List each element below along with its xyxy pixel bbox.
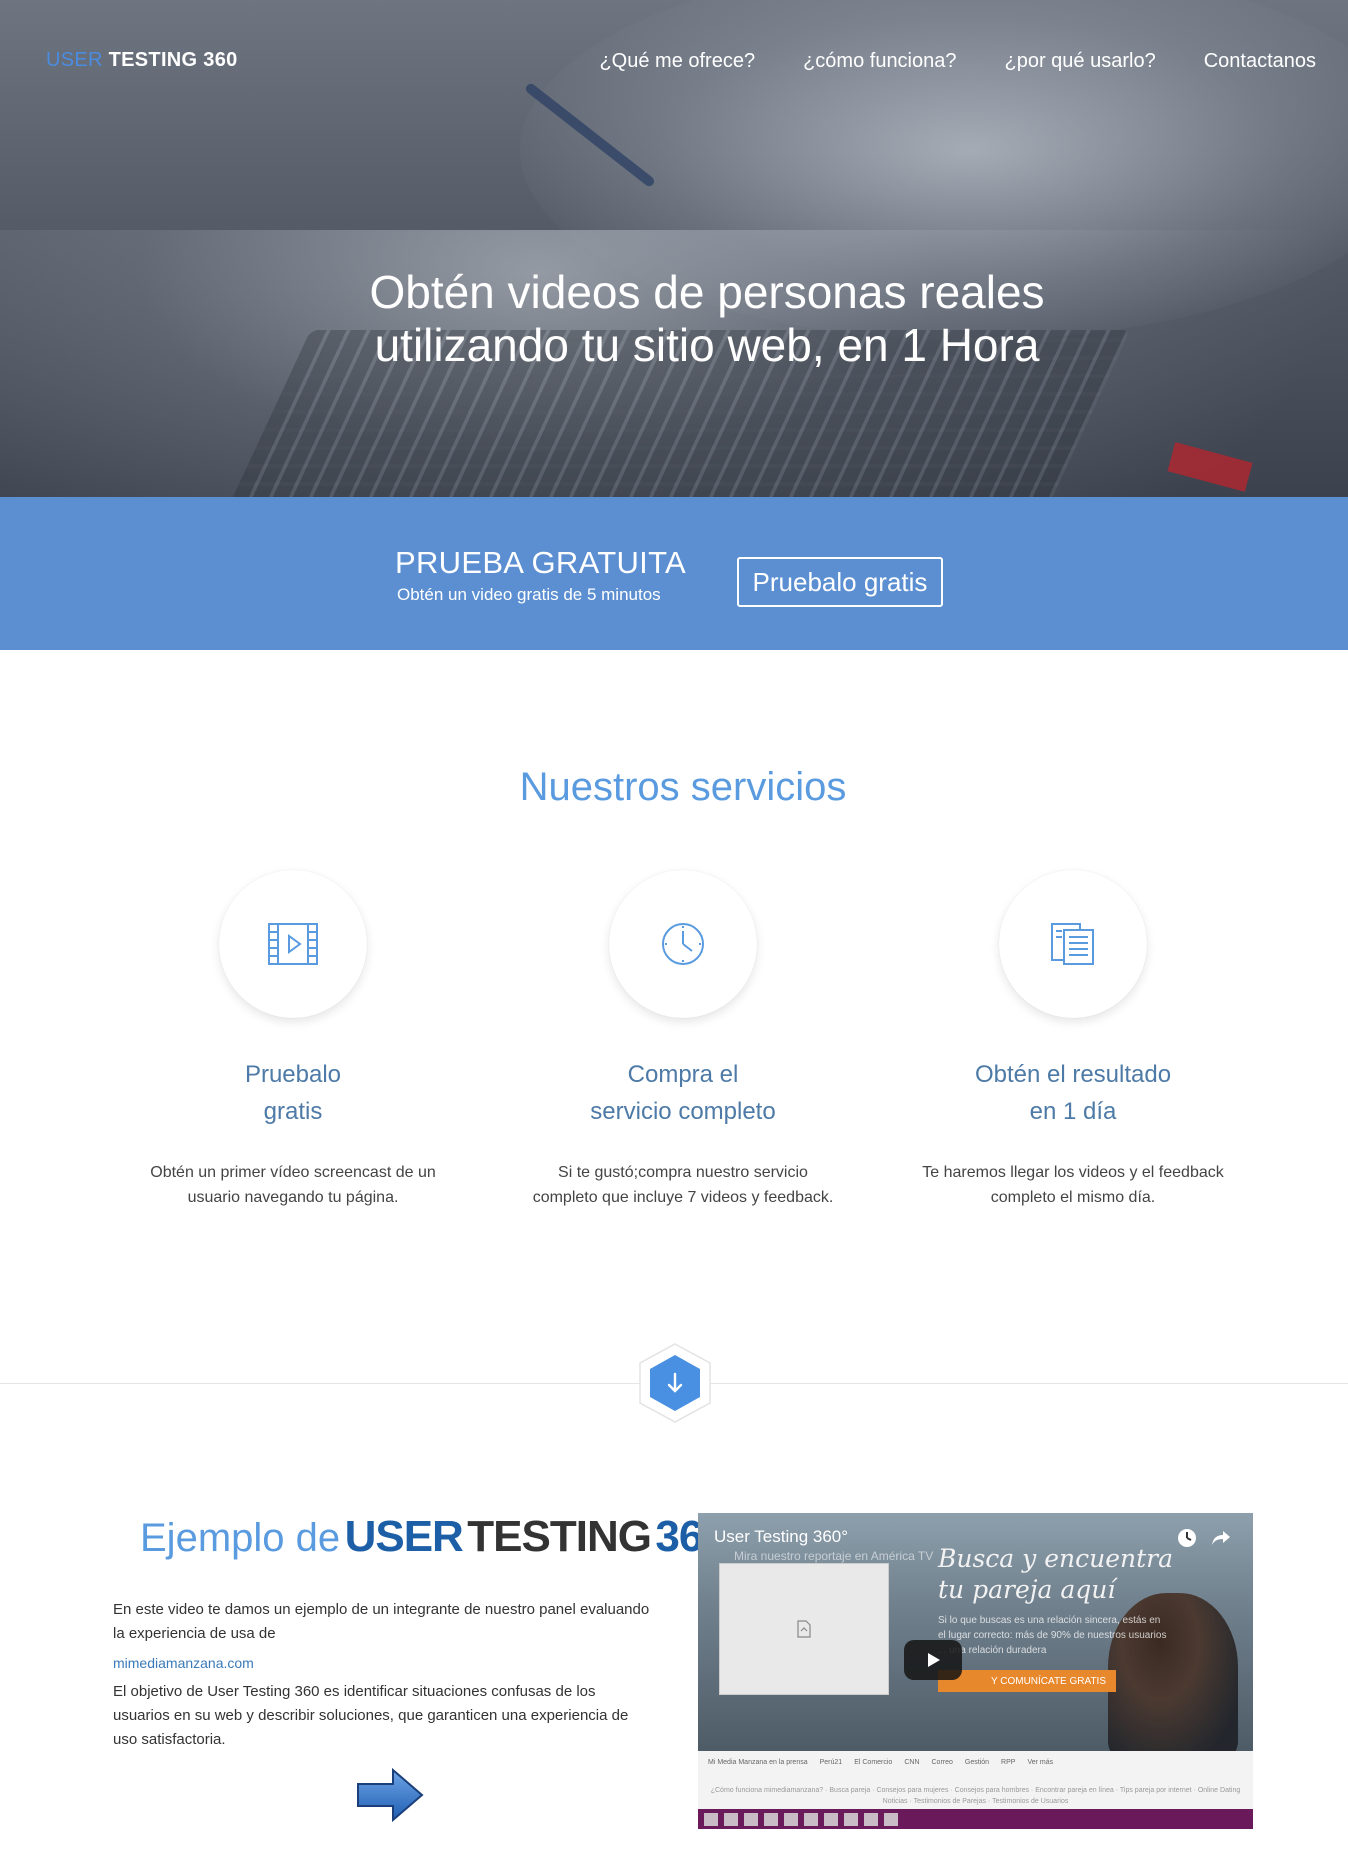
example-title-prefix: Ejemplo de — [140, 1516, 341, 1560]
service-full: Compra el servicio completo Si te gustó;… — [513, 870, 853, 1210]
service-title-line-1: Pruebalo — [244, 1061, 342, 1088]
press-logo: Perú21 — [819, 1759, 843, 1766]
example-title: Ejemplo de USER TESTING 360 — [140, 1512, 727, 1562]
clock-icon — [662, 923, 704, 965]
hero-section: USER TESTING 360 ¿Qué me ofrece? ¿cómo f… — [0, 0, 1348, 497]
try-free-button[interactable]: Pruebalo gratis — [737, 557, 943, 607]
service-description: Obtén un primer vídeo screencast de un u… — [123, 1160, 463, 1210]
press-logo: Mi Media Manzana en la prensa — [708, 1759, 808, 1766]
site-logo[interactable]: USER TESTING 360 — [46, 49, 238, 72]
video-headline-line-1: Busca y encuentra — [938, 1544, 1174, 1573]
nav-que-me-ofrece[interactable]: ¿Qué me ofrece? — [599, 50, 755, 73]
service-icon-circle — [219, 870, 367, 1018]
service-title-line-1: Obtén el resultado — [974, 1061, 1172, 1088]
video-title[interactable]: User Testing 360° — [714, 1527, 848, 1547]
video-embedded-frame — [719, 1563, 889, 1695]
main-nav: ¿Qué me ofrece? ¿cómo funciona? ¿por qué… — [599, 50, 1316, 73]
arrow-right-icon — [357, 1767, 424, 1823]
press-logo: CNN — [904, 1759, 920, 1766]
example-paragraph-1: En este video te damos un ejemplo de un … — [113, 1598, 673, 1646]
press-logo: Gestión — [964, 1759, 990, 1766]
service-description: Te haremos llegar los videos y el feedba… — [903, 1160, 1243, 1210]
logo-user: USER — [46, 49, 103, 71]
taskbar-icon — [784, 1812, 798, 1826]
taskbar-icon — [804, 1812, 818, 1826]
video-icon — [268, 923, 318, 965]
taskbar-icon — [864, 1812, 878, 1826]
free-trial-subtitle: Obtén un video gratis de 5 minutos — [397, 585, 661, 604]
service-desc-line-2: completo el mismo día. — [990, 1189, 1156, 1206]
nav-como-funciona[interactable]: ¿cómo funciona? — [803, 50, 956, 73]
video-cta: Y COMUNÍCATE GRATIS — [938, 1670, 1116, 1692]
service-desc-line-1: Te haremos llegar los videos y el feedba… — [922, 1164, 1224, 1181]
example-p1-line-2: la experiencia de usa de — [113, 1625, 276, 1642]
service-try-free: Pruebalo gratis Obtén un primer vídeo sc… — [123, 870, 463, 1210]
service-title: Compra el servicio completo — [513, 1056, 853, 1130]
video-headline: Busca y encuentra tu pareja aquí — [938, 1543, 1173, 1605]
mimediamanzana-link[interactable]: mimediamanzana.com — [113, 1655, 254, 1671]
taskbar-icon — [844, 1812, 858, 1826]
free-trial-band: PRUEBA GRATUITA Obtén un video gratis de… — [0, 497, 1348, 650]
service-title-line-2: gratis — [263, 1098, 323, 1125]
example-paragraph-2: El objetivo de User Testing 360 es ident… — [113, 1680, 673, 1752]
video-taskbar — [698, 1809, 1253, 1829]
taskbar-icon — [824, 1812, 838, 1826]
example-p1-line-1: En este video te damos un ejemplo de un … — [113, 1601, 650, 1618]
service-icon-circle — [999, 870, 1147, 1018]
document-icon — [1051, 923, 1094, 965]
hero-title: Obtén videos de personas reales utilizan… — [0, 266, 1348, 372]
video-subtitle: Mira nuestro reportaje en América TV — [734, 1549, 934, 1563]
nav-contactanos[interactable]: Contactanos — [1204, 50, 1316, 73]
example-video-player[interactable]: User Testing 360° Mira nuestro reportaje… — [698, 1513, 1253, 1829]
service-desc-line-2: completo que incluye 7 videos y feedback… — [532, 1189, 834, 1206]
hero-title-line-1: Obtén videos de personas reales — [369, 266, 1045, 318]
press-logo: Ver más — [1027, 1759, 1054, 1766]
example-title-user: USER — [344, 1512, 464, 1561]
press-logo: Correo — [931, 1759, 953, 1766]
service-title-line-2: servicio completo — [590, 1098, 776, 1125]
free-trial-title: PRUEBA GRATUITA — [395, 545, 687, 580]
logo-testing-360: TESTING 360 — [108, 49, 238, 71]
service-title: Pruebalo gratis — [123, 1056, 463, 1130]
taskbar-icon — [704, 1812, 718, 1826]
press-logos: Mi Media Manzana en la prensa Perú21 El … — [708, 1759, 1243, 1766]
video-headline-line-2: tu pareja aquí — [938, 1575, 1116, 1604]
service-icon-circle — [609, 870, 757, 1018]
example-p2-line-2: usuarios en su web y describir solucione… — [113, 1707, 629, 1724]
press-logo: El Comercio — [854, 1759, 893, 1766]
taskbar-icon — [744, 1812, 758, 1826]
service-title-line-1: Compra el — [627, 1061, 739, 1088]
example-title-testing: TESTING — [467, 1512, 652, 1561]
service-title-line-2: en 1 día — [1029, 1098, 1117, 1125]
share-icon[interactable] — [1210, 1527, 1232, 1549]
service-desc-line-1: Si te gustó;compra nuestro servicio — [558, 1164, 808, 1181]
service-result: Obtén el resultado en 1 día Te haremos l… — [903, 870, 1243, 1210]
service-description: Si te gustó;compra nuestro servicio comp… — [513, 1160, 853, 1210]
nav-por-que-usarlo[interactable]: ¿por qué usarlo? — [1005, 50, 1156, 73]
service-desc-line-2: usuario navegando tu página. — [187, 1189, 399, 1206]
free-trial-text: PRUEBA GRATUITA Obtén un video gratis de… — [395, 545, 686, 605]
watch-later-icon[interactable] — [1176, 1527, 1198, 1549]
video-footer-links: ¿Cómo funciona mimediamanzana? · Busca p… — [710, 1787, 1241, 1805]
example-p2-line-3: uso satisfactoria. — [113, 1731, 226, 1748]
video-body-text: Si lo que buscas es una relación sincera… — [938, 1615, 1167, 1656]
play-icon — [928, 1653, 940, 1667]
services-title: Nuestros servicios — [519, 765, 847, 809]
service-title: Obtén el resultado en 1 día — [903, 1056, 1243, 1130]
taskbar-icon — [884, 1812, 898, 1826]
hero-title-line-2: utilizando tu sitio web, en 1 Hora — [374, 319, 1040, 371]
broken-image-icon — [797, 1620, 811, 1638]
scroll-down-button[interactable] — [639, 1343, 711, 1423]
example-p2-line-1: El objetivo de User Testing 360 es ident… — [113, 1683, 596, 1700]
service-desc-line-1: Obtén un primer vídeo screencast de un — [150, 1164, 436, 1181]
press-logo: RPP — [1001, 1759, 1016, 1766]
taskbar-icon — [764, 1812, 778, 1826]
play-button[interactable] — [904, 1640, 962, 1680]
taskbar-icon — [724, 1812, 738, 1826]
